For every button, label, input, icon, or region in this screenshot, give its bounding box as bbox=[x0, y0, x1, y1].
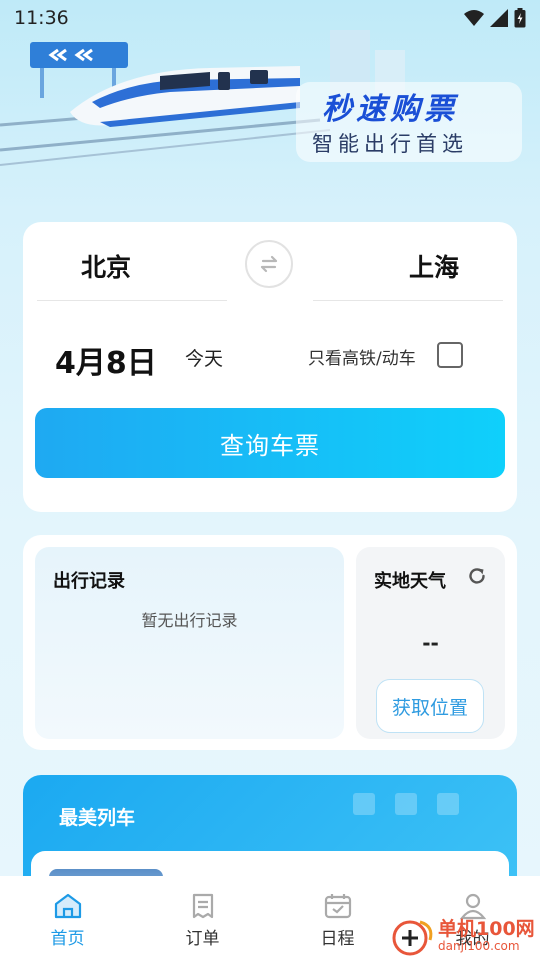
info-card: 出行记录 暂无出行记录 实地天气 -- 获取位置 bbox=[23, 535, 517, 750]
battery-icon bbox=[514, 8, 526, 28]
travel-records-title: 出行记录 bbox=[53, 571, 125, 592]
travel-records-empty: 暂无出行记录 bbox=[141, 611, 238, 630]
weather-panel: 实地天气 -- 获取位置 bbox=[356, 547, 505, 739]
receipt-icon bbox=[192, 893, 213, 919]
watermark-title: 单机100网 bbox=[438, 917, 535, 940]
departure-underline bbox=[37, 300, 227, 301]
nav-schedule[interactable]: 日程 bbox=[288, 892, 388, 949]
high-speed-filter-checkbox[interactable] bbox=[437, 342, 463, 368]
arrival-city[interactable]: 上海 bbox=[409, 248, 459, 284]
wifi-icon bbox=[464, 10, 484, 26]
swap-cities-button[interactable] bbox=[245, 240, 293, 288]
refresh-icon[interactable] bbox=[466, 565, 488, 587]
today-label: 今天 bbox=[185, 348, 224, 370]
calendar-icon bbox=[324, 894, 351, 919]
banner: 秒速购票 智能出行首选 bbox=[0, 30, 540, 200]
departure-date[interactable]: 4月8日 bbox=[55, 338, 157, 382]
travel-records-panel[interactable]: 出行记录 暂无出行记录 bbox=[35, 547, 344, 739]
brand-title: 秒速购票 bbox=[322, 92, 458, 127]
home-icon bbox=[54, 893, 81, 919]
arrival-underline bbox=[313, 300, 503, 301]
departure-city[interactable]: 北京 bbox=[81, 248, 131, 284]
weather-title: 实地天气 bbox=[374, 571, 446, 592]
watermark-text: 单机100网 danji100.com bbox=[438, 917, 535, 953]
nav-orders[interactable]: 订单 bbox=[153, 892, 253, 949]
ticket-search-card: 北京 上海 4月8日 今天 只看高铁/动车 查询车票 bbox=[23, 222, 517, 512]
watermark-logo-icon bbox=[392, 920, 433, 956]
watermark: 单机100网 danji100.com bbox=[390, 912, 540, 960]
signal-icon bbox=[490, 9, 508, 27]
swap-icon bbox=[260, 255, 278, 273]
get-location-button[interactable]: 获取位置 bbox=[376, 679, 484, 733]
high-speed-filter-label: 只看高铁/动车 bbox=[308, 349, 416, 369]
search-tickets-button[interactable]: 查询车票 bbox=[35, 408, 505, 478]
status-icons bbox=[464, 8, 526, 28]
nav-orders-label: 订单 bbox=[185, 929, 220, 949]
weather-value: -- bbox=[422, 631, 439, 655]
watermark-url: danji100.com bbox=[438, 938, 520, 953]
status-time: 11:36 bbox=[14, 7, 69, 29]
nav-home-label: 首页 bbox=[50, 929, 85, 949]
nav-home[interactable]: 首页 bbox=[18, 892, 118, 949]
brand-subtitle: 智能出行首选 bbox=[312, 132, 468, 156]
best-trains-title: 最美列车 bbox=[59, 807, 136, 829]
nav-schedule-label: 日程 bbox=[320, 929, 355, 949]
